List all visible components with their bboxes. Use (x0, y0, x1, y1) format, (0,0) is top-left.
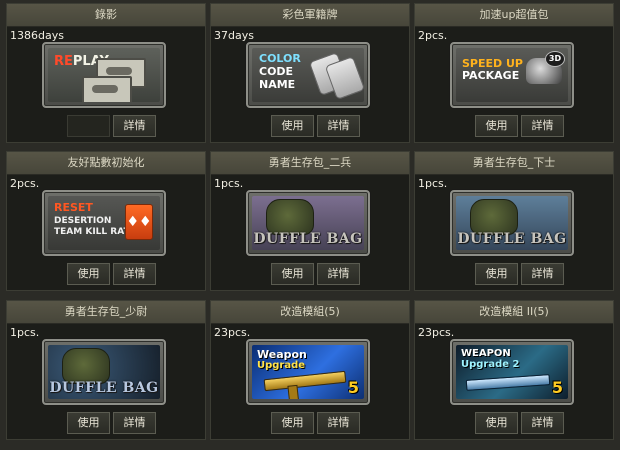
detail-button[interactable]: 詳情 (113, 412, 156, 434)
item-count: 1386days (10, 29, 64, 42)
item-image-replay[interactable]: REPLAY (42, 42, 166, 108)
rifle-icon (263, 370, 347, 392)
detail-button[interactable]: 詳情 (317, 263, 360, 285)
item-count: 23pcs. (214, 326, 251, 339)
item-image-duffle-bag[interactable]: DUFFLE BAG (450, 190, 574, 256)
item-count: 2pcs. (10, 177, 40, 190)
rifle-icon (465, 374, 551, 391)
detail-button[interactable]: 詳情 (521, 412, 564, 434)
item-image-color-code-name[interactable]: COLOR CODE NAME (246, 42, 370, 108)
team-kill-rate-label: TEAM KILL RATE (54, 227, 136, 237)
quantity-badge: 5 (551, 378, 563, 397)
inventory-card-duffle-bag-private: 勇者生存包_二兵 1pcs. DUFFLE BAG 使用 詳情 (210, 151, 410, 291)
item-title: 彩色軍籍牌 (211, 4, 409, 27)
badge-3d: 3D (545, 51, 565, 67)
name-label: NAME (259, 78, 296, 91)
inventory-grid: 錄影 1386days REPLAY 詳情 彩色軍籍牌 37days COLOR… (0, 0, 620, 450)
detail-button[interactable]: 詳情 (113, 115, 156, 137)
item-count: 23pcs. (418, 326, 455, 339)
inventory-card-reset: 友好點數初始化 2pcs. RESET DESERTION TEAM KILL … (6, 151, 206, 291)
backpack-icon (470, 199, 518, 235)
duffle-bag-label: DUFFLE BAG (253, 231, 363, 247)
item-count: 1pcs. (418, 177, 448, 190)
item-title: 勇者生存包_少尉 (7, 301, 205, 324)
item-image-duffle-bag[interactable]: DUFFLE BAG (246, 190, 370, 256)
detail-button[interactable]: 詳情 (113, 263, 156, 285)
item-title: 加速up超值包 (415, 4, 613, 27)
package-label: PACKAGE (462, 69, 520, 82)
desertion-label: DESERTION (54, 216, 112, 226)
item-image-speed-up-package[interactable]: SPEED UP PACKAGE 3D (450, 42, 574, 108)
detail-button[interactable]: 詳情 (317, 412, 360, 434)
item-title: 改造模組 II(5) (415, 301, 613, 324)
item-title: 勇者生存包_二兵 (211, 152, 409, 175)
upgrade-label: Upgrade (257, 360, 306, 371)
item-image-weapon-upgrade[interactable]: Weapon Upgrade 5 (246, 339, 370, 405)
quantity-badge: 5 (347, 378, 359, 397)
item-title: 勇者生存包_下士 (415, 152, 613, 175)
item-image-duffle-bag[interactable]: DUFFLE BAG (42, 339, 166, 405)
backpack-icon (62, 348, 110, 384)
duffle-bag-label: DUFFLE BAG (457, 231, 567, 247)
item-count: 2pcs. (418, 29, 448, 42)
detail-button[interactable]: 詳情 (521, 115, 564, 137)
color-label: COLOR (259, 52, 301, 65)
inventory-card-duffle-bag-corporal: 勇者生存包_下士 1pcs. DUFFLE BAG 使用 詳情 (414, 151, 614, 291)
duffle-bag-label: DUFFLE BAG (49, 380, 159, 396)
inventory-card-color-code-name: 彩色軍籍牌 37days COLOR CODE NAME 使用 詳情 (210, 3, 410, 143)
use-button[interactable]: 使用 (475, 115, 518, 137)
inventory-card-duffle-bag-lieutenant: 勇者生存包_少尉 1pcs. DUFFLE BAG 使用 詳情 (6, 300, 206, 440)
detail-button[interactable]: 詳情 (521, 263, 564, 285)
code-label: CODE (259, 65, 294, 78)
use-button[interactable]: 使用 (67, 412, 110, 434)
use-button[interactable]: 使用 (67, 263, 110, 285)
cassette-icon (82, 76, 132, 102)
playing-card-icon: ♦♦ (125, 204, 153, 240)
item-count: 1pcs. (214, 177, 244, 190)
use-button[interactable]: 使用 (475, 263, 518, 285)
item-title: 友好點數初始化 (7, 152, 205, 175)
inventory-card-weapon-upgrade-2: 改造模組 II(5) 23pcs. WEAPON Upgrade 2 5 使用 … (414, 300, 614, 440)
item-count: 37days (214, 29, 254, 42)
inventory-card-speed-up-package: 加速up超值包 2pcs. SPEED UP PACKAGE 3D 使用 詳情 (414, 3, 614, 143)
inventory-card-weapon-upgrade: 改造模組(5) 23pcs. Weapon Upgrade 5 使用 詳情 (210, 300, 410, 440)
use-button[interactable]: 使用 (475, 412, 518, 434)
item-title: 錄影 (7, 4, 205, 27)
use-button[interactable]: 使用 (271, 263, 314, 285)
item-image-weapon-upgrade-2[interactable]: WEAPON Upgrade 2 5 (450, 339, 574, 405)
empty-button-slot (67, 115, 110, 137)
weapon-label: WEAPON (461, 348, 511, 359)
detail-button[interactable]: 詳情 (317, 115, 360, 137)
item-count: 1pcs. (10, 326, 40, 339)
inventory-card-replay: 錄影 1386days REPLAY 詳情 (6, 3, 206, 143)
upgrade-2-label: Upgrade 2 (461, 359, 520, 370)
use-button[interactable]: 使用 (271, 412, 314, 434)
use-button[interactable]: 使用 (271, 115, 314, 137)
item-title: 改造模組(5) (211, 301, 409, 324)
item-image-reset[interactable]: RESET DESERTION TEAM KILL RATE ♦♦ (42, 190, 166, 256)
reset-label: RESET (54, 201, 93, 214)
backpack-icon (266, 199, 314, 235)
